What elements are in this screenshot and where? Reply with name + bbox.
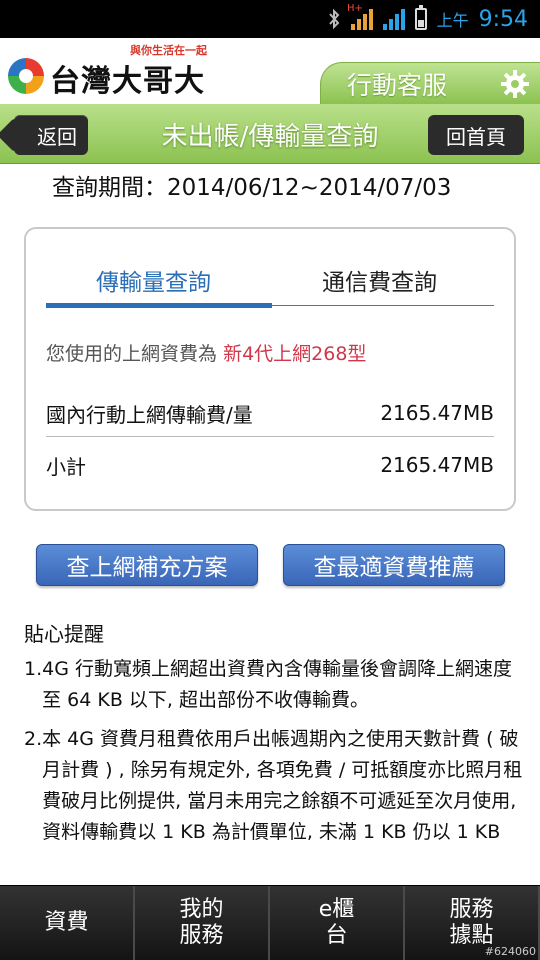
brand-header: 與你生活在一起 台灣大哥大 行動客服 [0,38,540,104]
wifi-signal-icon [382,8,405,30]
gear-icon[interactable] [500,69,530,99]
subtotal-value: 2165.47MB [380,453,494,477]
usage-row: 國內行動上網傳輸費/量 2165.47MB [46,387,494,439]
clock-ampm: 上午 [436,11,469,30]
bottom-nav-label: e櫃台 [318,897,355,948]
bottom-nav-e-counter[interactable]: e櫃台 [270,886,405,960]
plan-name: 新4代上網268型 [223,343,367,365]
usage-card: 傳輸量查詢 通信費查詢 您使用的上網資費為 新4代上網268型 國內行動上網傳輸… [24,227,516,511]
bottom-nav-label: 我的服務 [179,897,224,948]
home-button-label: 回首頁 [446,124,506,149]
usage-row-value: 2165.47MB [380,401,494,425]
reminder-title: 貼心提醒 [24,622,104,646]
list-item-number: 2. [24,728,43,750]
customer-service-tab[interactable]: 行動客服 [320,62,540,104]
brand-name: 台灣大哥大 [50,64,205,99]
bottom-nav-label: 資費 [44,910,89,935]
reminder-list: 1. 4G 行動寬頻上網超出資費內含傳輸量後會調降上網速度至 64 KB 以下,… [24,654,528,856]
subtotal-label: 小計 [46,454,86,479]
nav-bar: 返回 未出帳/傳輸量查詢 回首頁 [0,104,540,164]
bottom-nav-label: 服務據點 [449,897,494,948]
query-period: 查詢期間：2014/06/12~2014/07/03 [52,175,452,201]
bottom-nav-my-services[interactable]: 我的服務 [135,886,270,960]
list-item-text: 本 4G 資費月租費依用戶出帳週期內之使用天數計費 ( 破月計費 ) , 除另有… [42,728,523,843]
brand-logo-icon [8,58,44,94]
status-bar: H+ 上午 9:54 [0,0,540,38]
customer-service-label: 行動客服 [347,70,448,100]
list-item-number: 1. [24,658,43,680]
tab-data-usage[interactable]: 傳輸量查詢 [96,263,211,297]
active-tab-indicator [46,303,272,308]
row-divider [46,436,494,437]
list-item: 1. 4G 行動寬頻上網超出資費內含傳輸量後會調降上網速度至 64 KB 以下,… [24,654,528,716]
app-screen: H+ 上午 9:54 與你生活在一起 台灣大哥大 行動客服 返回 未出帳/傳輸量… [0,0,540,960]
bottom-nav: 資費 我的服務 e櫃台 服務據點 #624060 [0,885,540,960]
tab-call-charges[interactable]: 通信費查詢 [322,263,437,297]
plan-prefix: 您使用的上網資費為 [46,343,218,365]
usage-row-label: 國內行動上網傳輸費/量 [46,402,253,427]
list-item-text: 4G 行動寬頻上網超出資費內含傳輸量後會調降上網速度至 64 KB 以下, 超出… [42,658,512,711]
network-type-label: H+ [347,3,363,14]
home-button[interactable]: 回首頁 [428,115,524,155]
recommend-plan-button[interactable]: 查最適資費推薦 [283,544,505,586]
supplement-plan-button[interactable]: 查上網補充方案 [36,544,258,586]
plan-info: 您使用的上網資費為 新4代上網268型 [46,339,366,366]
clock-time: 9:54 [478,6,528,32]
bluetooth-icon [327,8,341,30]
bottom-nav-rates[interactable]: 資費 [0,886,135,960]
battery-icon [414,5,427,30]
list-item: 2. 本 4G 資費月租費依用戶出帳週期內之使用天數計費 ( 破月計費 ) , … [24,724,528,848]
watermark: #624060 [484,945,536,958]
subtotal-row: 小計 2165.47MB [46,439,494,491]
